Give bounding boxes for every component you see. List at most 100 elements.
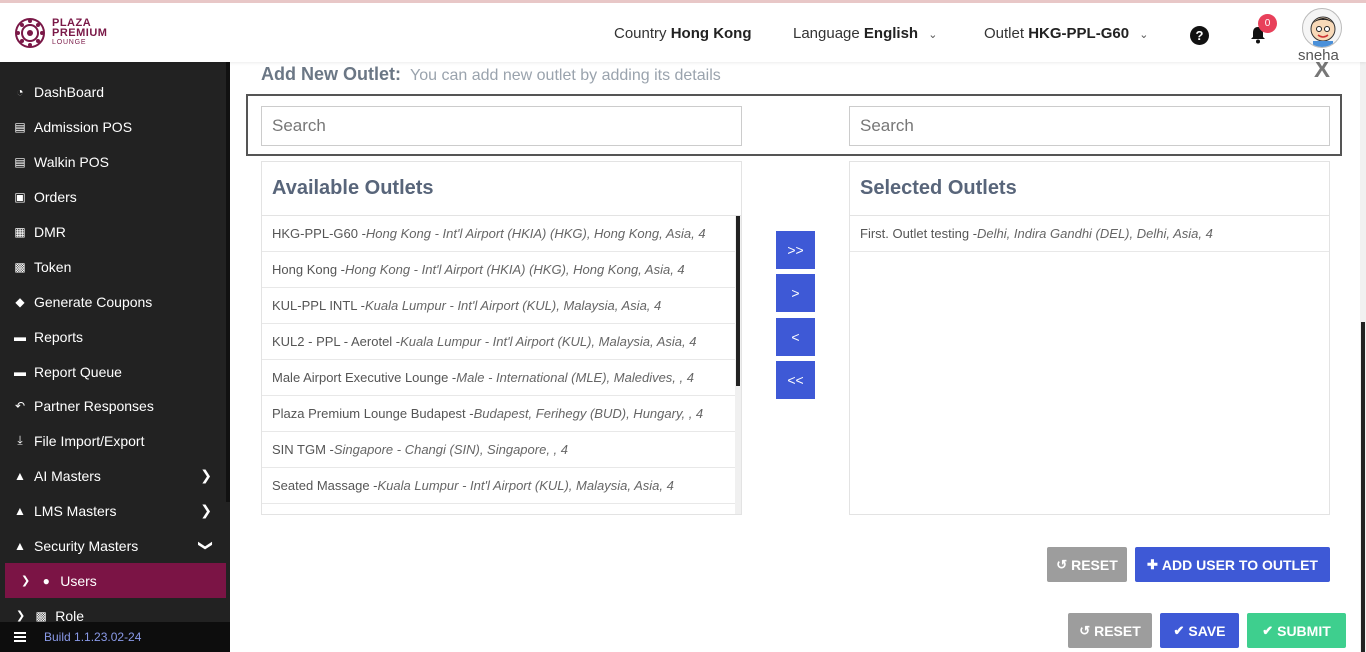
- list-item[interactable]: Plaza Premium Lounge Budapest - Budapest,…: [262, 396, 741, 432]
- sidebar-item-token[interactable]: ▩ Token: [0, 249, 226, 284]
- menu-icon[interactable]: [14, 632, 26, 642]
- outlet-detail: Budapest, Ferihegy (BUD), Hungary, , 4: [473, 406, 704, 421]
- user-icon: ●: [42, 573, 50, 588]
- outlet-name: Seated Massage -: [272, 478, 378, 493]
- outlet-name: First. Outlet testing -: [860, 226, 978, 241]
- move-all-right-button[interactable]: >>: [776, 231, 815, 269]
- chevron-right-icon: ❯: [21, 575, 31, 587]
- outlet-detail: Hong Kong - Int'l Airport (HKIA) (HKG), …: [365, 226, 706, 241]
- country-label: Country: [614, 25, 667, 42]
- move-right-button[interactable]: >: [776, 274, 815, 312]
- outlet-name: Hong Kong -: [272, 262, 345, 277]
- outlet-detail: Kuala Lumpur - Int'l Airport (KUL), Mala…: [400, 334, 697, 349]
- sidebar-item-dashboard[interactable]: ◔ DashBoard: [0, 74, 226, 109]
- dashboard-icon: ◔: [16, 84, 24, 99]
- plus-icon: ✚: [1147, 556, 1158, 572]
- plaza-premium-logo-icon: [15, 18, 45, 48]
- reply-icon: ↶: [14, 398, 26, 413]
- sidebar-item-reports[interactable]: ▬ Reports: [0, 319, 226, 354]
- reset-button[interactable]: ↺ RESET: [1068, 613, 1152, 648]
- brand-text: PLAZA PREMIUM LOUNGE: [52, 18, 107, 48]
- cart-icon: ▣: [14, 189, 26, 204]
- reset-selection-button[interactable]: ↺ RESET: [1047, 547, 1127, 582]
- list-item[interactable]: First. Outlet testing - Delhi, Indira Gan…: [850, 216, 1329, 252]
- sidebar-item-label: Token: [34, 258, 72, 275]
- move-left-button[interactable]: <: [776, 318, 815, 356]
- save-label: SAVE: [1188, 622, 1226, 639]
- sidebar-item-dmr[interactable]: ▦ DMR: [0, 214, 226, 249]
- sitemap-icon: ▲: [14, 538, 26, 553]
- main-content: Add New Outlet: You can add new outlet b…: [230, 56, 1366, 652]
- chevron-right-icon: ❯: [200, 502, 212, 518]
- list-item[interactable]: KUL-PPL INTL - Kuala Lumpur - Int'l Airpo…: [262, 288, 741, 324]
- available-list-scrollbar[interactable]: [735, 216, 741, 514]
- outlet-detail: Kuala Lumpur - Int'l Airport (KUL), Mala…: [377, 478, 674, 493]
- outlet-detail: Singapore - Changi (SIN), Singapore, , 4: [333, 442, 569, 457]
- build-bar: Build 1.1.23.02-24: [0, 622, 230, 652]
- selected-outlets-list: First. Outlet testing - Delhi, Indira Gan…: [850, 216, 1329, 514]
- submit-button[interactable]: ✔ SUBMIT: [1247, 613, 1346, 648]
- avatar[interactable]: [1302, 8, 1342, 48]
- help-icon[interactable]: ?: [1190, 26, 1209, 45]
- selected-outlets-title: Selected Outlets: [850, 162, 1329, 216]
- add-user-to-outlet-label: ADD USER TO OUTLET: [1161, 556, 1318, 573]
- user-name[interactable]: sneha: [1298, 47, 1339, 64]
- country-display: Country Hong Kong: [614, 25, 752, 42]
- brand-line-3: LOUNGE: [52, 39, 87, 46]
- search-box: [246, 94, 1342, 156]
- list-item[interactable]: Hong Kong - Hong Kong - Int'l Airport (HK…: [262, 252, 741, 288]
- sidebar-item-label: Partner Responses: [34, 397, 154, 414]
- modal-subtitle: You can add new outlet by adding its det…: [410, 67, 721, 84]
- save-button[interactable]: ✔ SAVE: [1160, 613, 1239, 648]
- country-value: Hong Kong: [670, 25, 752, 42]
- book-icon: ▬: [14, 364, 26, 379]
- language-value: English: [863, 25, 919, 42]
- list-item[interactable]: SIN TGM - Singapore - Changi (SIN), Singa…: [262, 432, 741, 468]
- outlet-name: KUL-PPL INTL -: [272, 298, 365, 313]
- outlet-name: Male Airport Executive Lounge -: [272, 370, 457, 385]
- list-item[interactable]: Male Airport Executive Lounge - Male - In…: [262, 360, 741, 396]
- selected-search-input[interactable]: [849, 106, 1330, 146]
- add-user-to-outlet-button[interactable]: ✚ ADD USER TO OUTLET: [1135, 547, 1330, 582]
- download-icon: ⤓: [17, 433, 23, 447]
- sidebar-item-orders[interactable]: ▣ Orders: [0, 179, 226, 214]
- outlet-value: HKG-PPL-G60: [1028, 25, 1130, 42]
- sidebar-item-label: Report Queue: [34, 363, 122, 380]
- chevron-down-icon: ⌄: [928, 29, 938, 41]
- sidebar-item-admission-pos[interactable]: ▤ Admission POS: [0, 109, 226, 144]
- id-card-icon: ▤: [14, 119, 26, 134]
- sidebar-item-file-import-export[interactable]: ⤓ File Import/Export: [0, 423, 226, 458]
- sidebar-item-walkin-pos[interactable]: ▤ Walkin POS: [0, 144, 226, 179]
- sidebar-item-label: Walkin POS: [34, 153, 109, 170]
- available-search-input[interactable]: [261, 106, 742, 146]
- sidebar-item-lms-masters[interactable]: ▲ LMS Masters ❯: [0, 493, 226, 528]
- sidebar-item-partner-responses[interactable]: ↶ Partner Responses: [0, 388, 226, 423]
- sidebar-item-label: Role: [55, 607, 85, 623]
- sidebar-item-report-queue[interactable]: ▬ Report Queue: [0, 354, 226, 389]
- sidebar-item-generate-coupons[interactable]: ◆ Generate Coupons: [0, 284, 226, 319]
- sidebar-item-ai-masters[interactable]: ▲ AI Masters ❯: [0, 458, 226, 493]
- main-scrollbar[interactable]: [1360, 62, 1366, 652]
- list-item[interactable]: KUL2 - PPL - Aerotel - Kuala Lumpur - Int…: [262, 324, 741, 360]
- brand-logo[interactable]: PLAZA PREMIUM LOUNGE: [14, 16, 107, 50]
- undo-icon: ↺: [1056, 556, 1068, 572]
- sidebar-item-label: LMS Masters: [34, 502, 117, 519]
- available-outlets-panel: Available Outlets HKG-PPL-G60 - Hong Kong…: [261, 161, 742, 515]
- list-item[interactable]: Seated Massage - Kuala Lumpur - Int'l Air…: [262, 468, 741, 504]
- list-item[interactable]: HKG-PPL-G60 - Hong Kong - Int'l Airport (…: [262, 216, 741, 252]
- language-select[interactable]: Language English ⌄: [793, 25, 937, 42]
- sidebar-item-role[interactable]: ❯ ▩ Role: [0, 598, 226, 623]
- language-label: Language: [793, 25, 860, 42]
- outlet-name: Plaza Premium Lounge Budapest -: [272, 406, 474, 421]
- check-icon: ✔: [1262, 622, 1274, 638]
- sidebar-item-label: Admission POS: [34, 118, 133, 135]
- reset-label: RESET: [1094, 622, 1141, 639]
- chevron-right-icon: ❯: [200, 467, 212, 483]
- outlet-select[interactable]: Outlet HKG-PPL-G60 ⌄: [984, 25, 1148, 42]
- move-all-left-button[interactable]: <<: [776, 361, 815, 399]
- sidebar: ◔ DashBoard ▤ Admission POS ▤ Walkin POS…: [0, 62, 230, 622]
- sidebar-item-users[interactable]: ❯ ● Users: [5, 563, 226, 598]
- modal-title-text: Add New Outlet:: [261, 64, 401, 84]
- sidebar-item-security-masters[interactable]: ▲ Security Masters ❯: [0, 528, 226, 563]
- undo-icon: ↺: [1079, 622, 1091, 638]
